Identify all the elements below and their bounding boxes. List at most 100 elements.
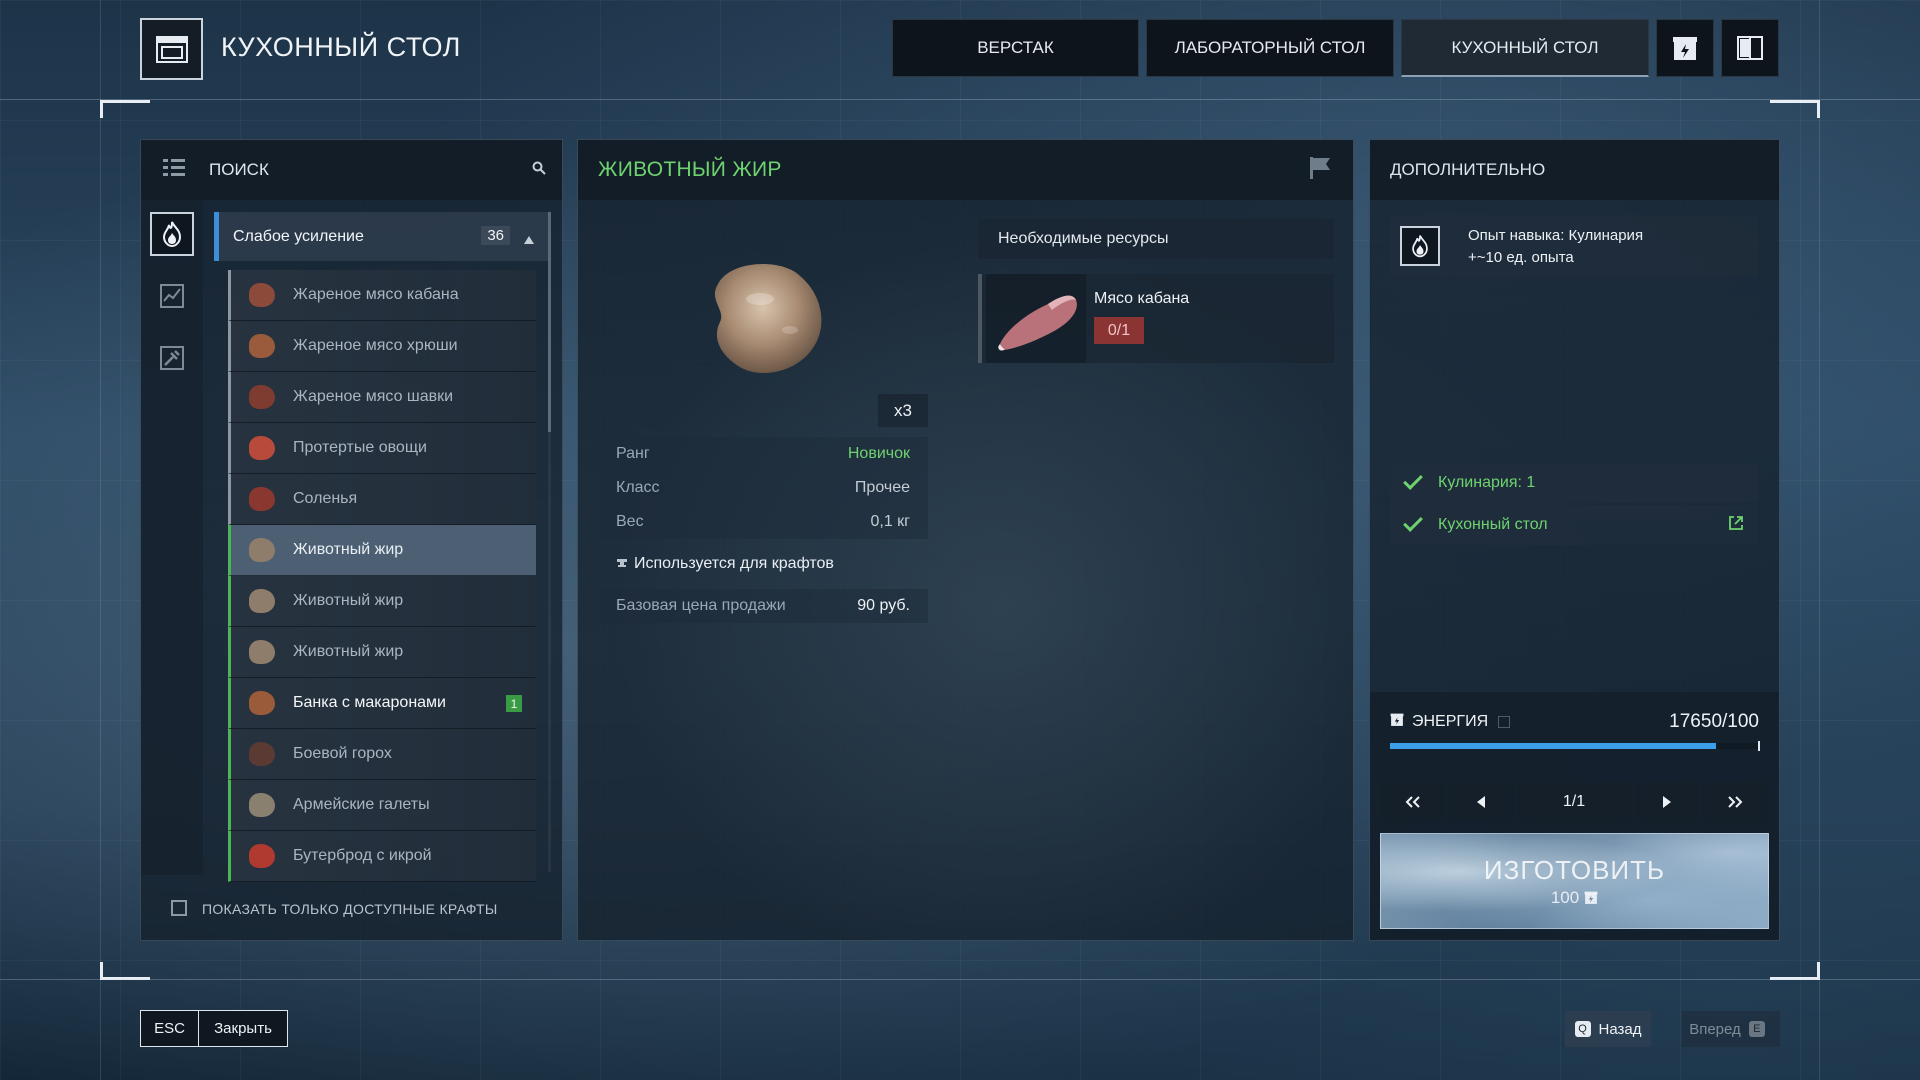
collapse-arrow-icon[interactable] [524, 231, 534, 249]
back-keycap: Q [1574, 1021, 1591, 1037]
energy-info-icon[interactable] [1498, 716, 1511, 728]
extra-info-title: ДОПОЛНИТЕЛЬНО [1390, 160, 1546, 179]
recipe-item[interactable]: Жареное мясо хрюши [228, 321, 536, 372]
resources-header: Необходимые ресурсы [978, 219, 1334, 259]
recipe-item[interactable]: Жареное мясо кабана [228, 270, 536, 321]
output-quantity: х3 [878, 394, 928, 427]
recipe-thumb-icon [249, 436, 275, 460]
energy-box-button[interactable] [1656, 19, 1714, 77]
search-label: ПОИСК [209, 160, 269, 179]
frame-line-right [1819, 0, 1820, 1080]
back-label: Назад [1598, 1020, 1642, 1038]
book-button[interactable] [1721, 19, 1779, 77]
recipe-list: Жареное мясо кабана Жареное мясо хрюши Жар… [228, 270, 536, 882]
recipe-label: Жареное мясо шавки [293, 388, 454, 405]
close-button[interactable]: Закрыть [199, 1010, 288, 1047]
requirement-label: Кухонный стол [1438, 516, 1548, 533]
recipe-item[interactable]: Животный жир [228, 576, 536, 627]
recipe-thumb-icon [249, 793, 275, 817]
prev-page-button[interactable] [1449, 782, 1513, 822]
recipe-thumb-icon [249, 334, 275, 358]
first-page-button[interactable] [1381, 782, 1445, 822]
frame-line-left [100, 0, 101, 1080]
category-tool-icon[interactable] [152, 338, 192, 378]
stat-weight: Вес 0,1 кг [598, 505, 928, 539]
energy-icon [1390, 712, 1404, 732]
recipe-item[interactable]: Армейские галеты [228, 780, 536, 831]
back-button[interactable]: Q Назад [1565, 1011, 1651, 1047]
used-for-crafts-row: Используется для крафтов [598, 547, 928, 581]
recipe-thumb-icon [249, 844, 275, 868]
frame-corner-bl [100, 962, 150, 980]
forward-label: Вперед [1689, 1020, 1741, 1038]
item-image-animal-fat [690, 254, 850, 384]
recipe-item[interactable]: Соленья [228, 474, 536, 525]
requirement-label: Кулинария: 1 [1438, 474, 1536, 491]
recipe-item[interactable]: Боевой горох [228, 729, 536, 780]
energy-icon [1584, 891, 1598, 904]
frame-corner-br [1770, 962, 1820, 980]
flag-icon[interactable] [1309, 156, 1331, 185]
forward-button[interactable]: Вперед E [1682, 1011, 1780, 1047]
recipe-item[interactable]: Жареное мясо шавки [228, 372, 536, 423]
recipe-thumb-icon [249, 385, 275, 409]
recipe-item[interactable]: Бутерброд с икрой [228, 831, 536, 882]
skill-xp-title: Опыт навыка: Кулинария [1468, 227, 1644, 244]
recipe-item[interactable]: Банка с макаронами 1 [228, 678, 536, 729]
search-icon[interactable] [532, 161, 546, 180]
craft-button[interactable]: ИЗГОТОВИТЬ 100 [1380, 833, 1769, 929]
stat-class: Класс Прочее [598, 471, 928, 505]
recipe-thumb-icon [249, 589, 275, 613]
group-count-badge: 36 [481, 226, 510, 245]
tab-workbench[interactable]: ВЕРСТАК [892, 19, 1139, 77]
checkmark-icon [1403, 512, 1423, 532]
category-chart-icon[interactable] [152, 276, 192, 316]
stat-label: Ранг [616, 445, 650, 462]
stat-label: Вес [616, 513, 644, 530]
list-icon [163, 158, 185, 183]
recipe-item[interactable]: Животный жир [228, 525, 536, 576]
raw-meat-icon [998, 295, 1077, 351]
stat-base-price: Базовая цена продажи 90 руб. [598, 589, 928, 623]
last-page-button[interactable] [1703, 782, 1767, 822]
tab-label: КУХОННЫЙ СТОЛ [1451, 37, 1599, 57]
search-bar[interactable]: ПОИСК [141, 140, 562, 200]
category-cooking-fire-icon[interactable] [150, 212, 194, 256]
energy-box-icon [1673, 37, 1697, 60]
stat-label: Класс [616, 479, 660, 496]
energy-bar-fill [1390, 743, 1716, 749]
recipe-label: Армейские галеты [293, 796, 430, 813]
tab-laboratory[interactable]: ЛАБОРАТОРНЫЙ СТОЛ [1146, 19, 1394, 77]
stat-value: 0,1 кг [870, 513, 910, 530]
group-label: Слабое усиление [233, 227, 364, 245]
stat-value: 90 руб. [857, 597, 910, 614]
tab-kitchen[interactable]: КУХОННЫЙ СТОЛ [1401, 19, 1649, 77]
frame-corner-tr [1770, 100, 1820, 118]
checkmark-icon [1403, 470, 1423, 490]
requirement-skill: Кулинария: 1 [1390, 463, 1758, 503]
recipe-item[interactable]: Животный жир [228, 627, 536, 678]
recipe-group-header[interactable]: Слабое усиление 36 [214, 212, 548, 261]
recipe-item[interactable]: Протертые овощи [228, 423, 536, 474]
forward-keycap: E [1748, 1021, 1765, 1037]
recipe-thumb-icon [249, 742, 275, 766]
energy-label-row: ЭНЕРГИЯ [1390, 712, 1511, 732]
resource-card[interactable]: Мясо кабана 0/1 [978, 274, 1334, 363]
recipe-label: Жареное мясо хрюши [293, 337, 458, 354]
resource-thumb [986, 274, 1086, 363]
next-page-button[interactable] [1635, 782, 1699, 822]
stat-rank: Ранг Новичок [598, 437, 928, 471]
used-for-crafts-label: Используется для крафтов [634, 555, 834, 572]
page-indicator: 1/1 [1517, 782, 1631, 822]
recipe-label: Жареное мясо кабана [293, 286, 459, 303]
double-chevron-left-icon [1405, 796, 1420, 808]
header-divider [0, 99, 1920, 100]
item-title: ЖИВОТНЫЙ ЖИР [598, 158, 782, 181]
craft-cost-value: 100 [1550, 887, 1580, 907]
energy-bar-cap [1758, 741, 1760, 751]
scrollbar-thumb[interactable] [548, 212, 551, 432]
stove-icon [140, 18, 203, 80]
available-only-checkbox[interactable] [171, 900, 187, 916]
external-link-icon[interactable] [1728, 515, 1744, 536]
recipe-label: Бутерброд с икрой [293, 847, 432, 864]
